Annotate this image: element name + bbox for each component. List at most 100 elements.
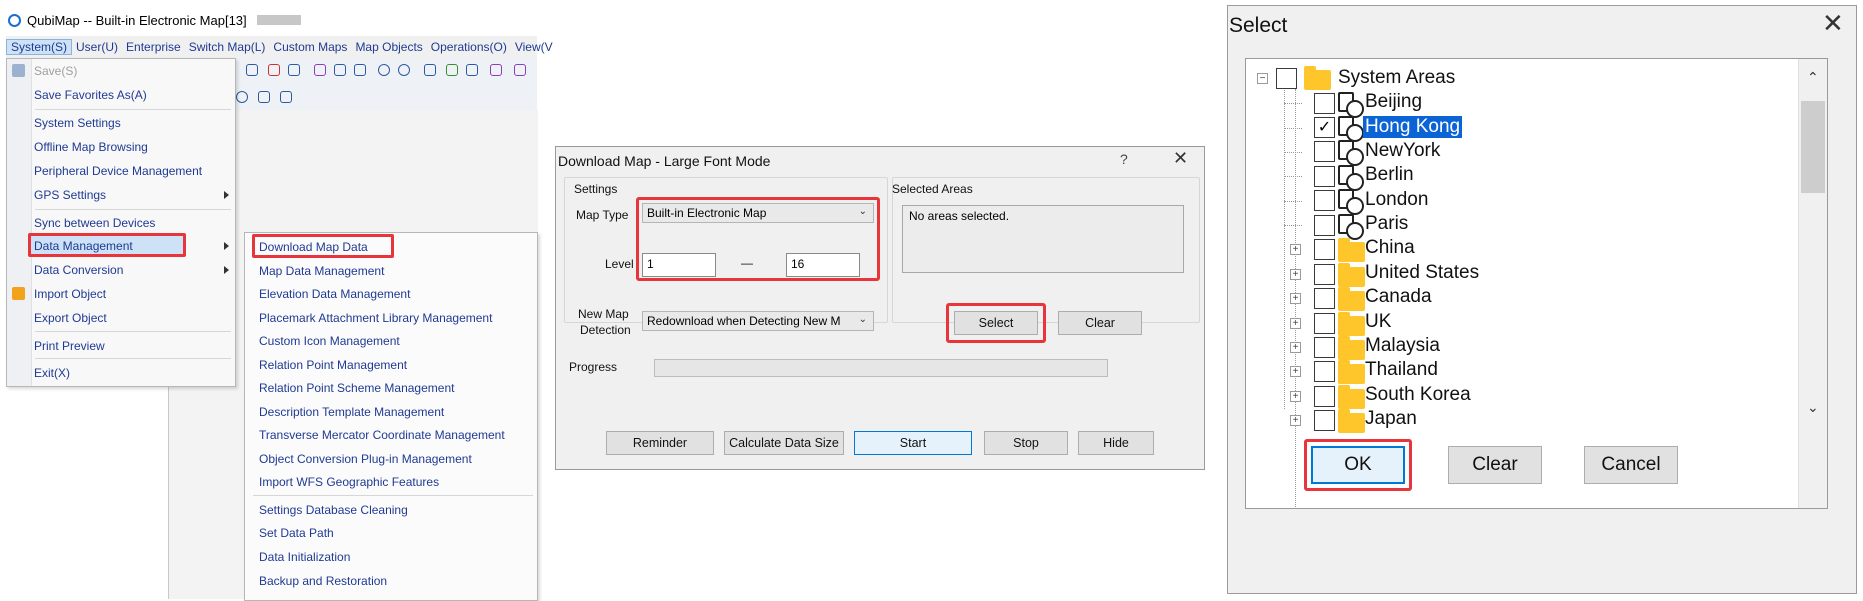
- checkbox-united-states[interactable]: [1314, 264, 1335, 285]
- menu-item-export-object[interactable]: Export Object: [34, 311, 107, 325]
- checkbox-beijing[interactable]: [1314, 93, 1335, 114]
- tree-label-system-areas[interactable]: System Areas: [1338, 67, 1455, 89]
- menu-item-exit[interactable]: Exit(X): [34, 366, 70, 380]
- menu-user[interactable]: User(U): [72, 40, 122, 54]
- menu-enterprise[interactable]: Enterprise: [122, 40, 185, 54]
- submenu-item-placemark-library[interactable]: Placemark Attachment Library Management: [259, 311, 492, 325]
- menu-view[interactable]: View(V: [511, 40, 557, 54]
- tree-scrollbar[interactable]: ⌃ ⌄: [1798, 59, 1827, 508]
- menu-item-system-settings[interactable]: System Settings: [34, 116, 121, 130]
- tree-label-hong-kong[interactable]: Hong Kong: [1363, 116, 1463, 138]
- menu-item-sync-devices[interactable]: Sync between Devices: [34, 216, 155, 230]
- circle-dropdown-icon[interactable]: [398, 64, 410, 76]
- new-map-detection-select[interactable]: Redownload when Detecting New M ⌄: [642, 311, 874, 331]
- clear-button[interactable]: Clear: [1448, 446, 1542, 484]
- menu-map-objects[interactable]: Map Objects: [351, 40, 426, 54]
- submenu-item-description-template[interactable]: Description Template Management: [259, 405, 444, 419]
- expand-icon[interactable]: +: [1290, 366, 1301, 377]
- clear-button[interactable]: Clear: [1058, 311, 1142, 335]
- expand-icon[interactable]: +: [1290, 318, 1301, 329]
- ruler-icon[interactable]: [354, 64, 366, 76]
- menu-item-offline-browsing[interactable]: Offline Map Browsing: [34, 140, 148, 154]
- select-icon[interactable]: [424, 64, 436, 76]
- submenu-item-import-wfs[interactable]: Import WFS Geographic Features: [259, 475, 439, 489]
- selected-areas-list[interactable]: No areas selected.: [902, 205, 1184, 273]
- submenu-item-relation-scheme[interactable]: Relation Point Scheme Management: [259, 381, 454, 395]
- tree-label-berlin[interactable]: Berlin: [1365, 164, 1414, 186]
- menu-custom-maps[interactable]: Custom Maps: [269, 40, 351, 54]
- menu-item-print-preview[interactable]: Print Preview: [34, 339, 105, 353]
- pin-icon[interactable]: [446, 64, 458, 76]
- hide-button[interactable]: Hide: [1078, 431, 1154, 455]
- menu-item-data-conversion[interactable]: Data Conversion: [34, 263, 123, 277]
- delete-icon[interactable]: [268, 64, 280, 76]
- tree-label-thailand[interactable]: Thailand: [1365, 359, 1438, 381]
- hexagon-icon[interactable]: [378, 64, 390, 76]
- tree-label-newyork[interactable]: NewYork: [1365, 140, 1440, 162]
- menu-item-peripheral[interactable]: Peripheral Device Management: [34, 164, 202, 178]
- tree-label-paris[interactable]: Paris: [1365, 213, 1408, 235]
- tree-label-south-korea[interactable]: South Korea: [1365, 384, 1471, 406]
- menu-system[interactable]: System(S): [6, 39, 73, 55]
- menu-item-data-management[interactable]: Data Management: [34, 239, 133, 253]
- expand-icon[interactable]: +: [1290, 415, 1301, 426]
- submenu-item-backup[interactable]: Backup and Restoration: [259, 574, 387, 588]
- expand-icon[interactable]: +: [1290, 391, 1301, 402]
- checkbox-newyork[interactable]: [1314, 141, 1335, 162]
- checkbox-canada[interactable]: [1314, 288, 1335, 309]
- checkbox-malaysia[interactable]: [1314, 337, 1335, 358]
- expand-icon[interactable]: +: [1290, 342, 1301, 353]
- checkbox-japan[interactable]: [1314, 410, 1335, 431]
- expand-icon[interactable]: +: [1290, 269, 1301, 280]
- circle-tool-icon[interactable]: [236, 91, 248, 103]
- scroll-thumb[interactable]: [1801, 101, 1825, 193]
- square-icon[interactable]: [288, 64, 300, 76]
- tree-label-china[interactable]: China: [1365, 237, 1415, 259]
- submenu-item-set-data-path[interactable]: Set Data Path: [259, 526, 334, 540]
- checkbox-uk[interactable]: [1314, 313, 1335, 334]
- submenu-item-elevation[interactable]: Elevation Data Management: [259, 287, 410, 301]
- tree-label-canada[interactable]: Canada: [1365, 286, 1432, 308]
- menu-item-gps-settings[interactable]: GPS Settings: [34, 188, 106, 202]
- close-icon[interactable]: ✕: [1822, 8, 1844, 39]
- tree-label-london[interactable]: London: [1365, 189, 1428, 211]
- submenu-item-download-map-data[interactable]: Download Map Data: [259, 240, 368, 254]
- scroll-down-icon[interactable]: ⌄: [1807, 399, 1819, 416]
- checkbox-london[interactable]: [1314, 190, 1335, 211]
- reminder-button[interactable]: Reminder: [606, 431, 714, 455]
- tree-label-japan[interactable]: Japan: [1365, 408, 1417, 430]
- redo-icon[interactable]: [246, 64, 258, 76]
- shape-tool-icon[interactable]: [280, 91, 292, 103]
- expand-icon[interactable]: +: [1290, 244, 1301, 255]
- menu-switch-map[interactable]: Switch Map(L): [185, 40, 270, 54]
- submenu-item-relation-point[interactable]: Relation Point Management: [259, 358, 407, 372]
- submenu-item-conversion-plugin[interactable]: Object Conversion Plug-in Management: [259, 452, 472, 466]
- placemark-icon[interactable]: [314, 64, 326, 76]
- tree-label-beijing[interactable]: Beijing: [1365, 91, 1422, 113]
- menu-item-import-object[interactable]: Import Object: [34, 287, 106, 301]
- tree-label-malaysia[interactable]: Malaysia: [1365, 335, 1440, 357]
- tree-label-uk[interactable]: UK: [1365, 311, 1391, 333]
- help-icon[interactable]: ?: [1120, 151, 1128, 167]
- rectangle-tool-icon[interactable]: [258, 91, 270, 103]
- tree-label-united-states[interactable]: United States: [1365, 262, 1479, 284]
- text-icon[interactable]: [466, 64, 478, 76]
- polygon-icon[interactable]: [514, 64, 526, 76]
- expand-icon[interactable]: +: [1290, 293, 1301, 304]
- submenu-item-db-cleaning[interactable]: Settings Database Cleaning: [259, 503, 408, 517]
- stop-button[interactable]: Stop: [984, 431, 1068, 455]
- checkbox-paris[interactable]: [1314, 215, 1335, 236]
- checkbox-south-korea[interactable]: [1314, 386, 1335, 407]
- scroll-up-icon[interactable]: ⌃: [1807, 69, 1819, 86]
- collapse-icon[interactable]: −: [1257, 73, 1268, 84]
- submenu-item-custom-icon[interactable]: Custom Icon Management: [259, 334, 400, 348]
- submenu-item-map-data-management[interactable]: Map Data Management: [259, 264, 384, 278]
- cancel-button[interactable]: Cancel: [1584, 446, 1678, 484]
- close-icon[interactable]: ✕: [1173, 148, 1188, 169]
- polyline-icon[interactable]: [490, 64, 502, 76]
- checkbox-thailand[interactable]: [1314, 361, 1335, 382]
- checkbox-hong-kong[interactable]: ✓: [1314, 117, 1335, 138]
- submenu-item-transverse-mercator[interactable]: Transverse Mercator Coordinate Managemen…: [259, 428, 505, 442]
- checkbox-system-areas[interactable]: [1276, 68, 1297, 89]
- checkbox-berlin[interactable]: [1314, 166, 1335, 187]
